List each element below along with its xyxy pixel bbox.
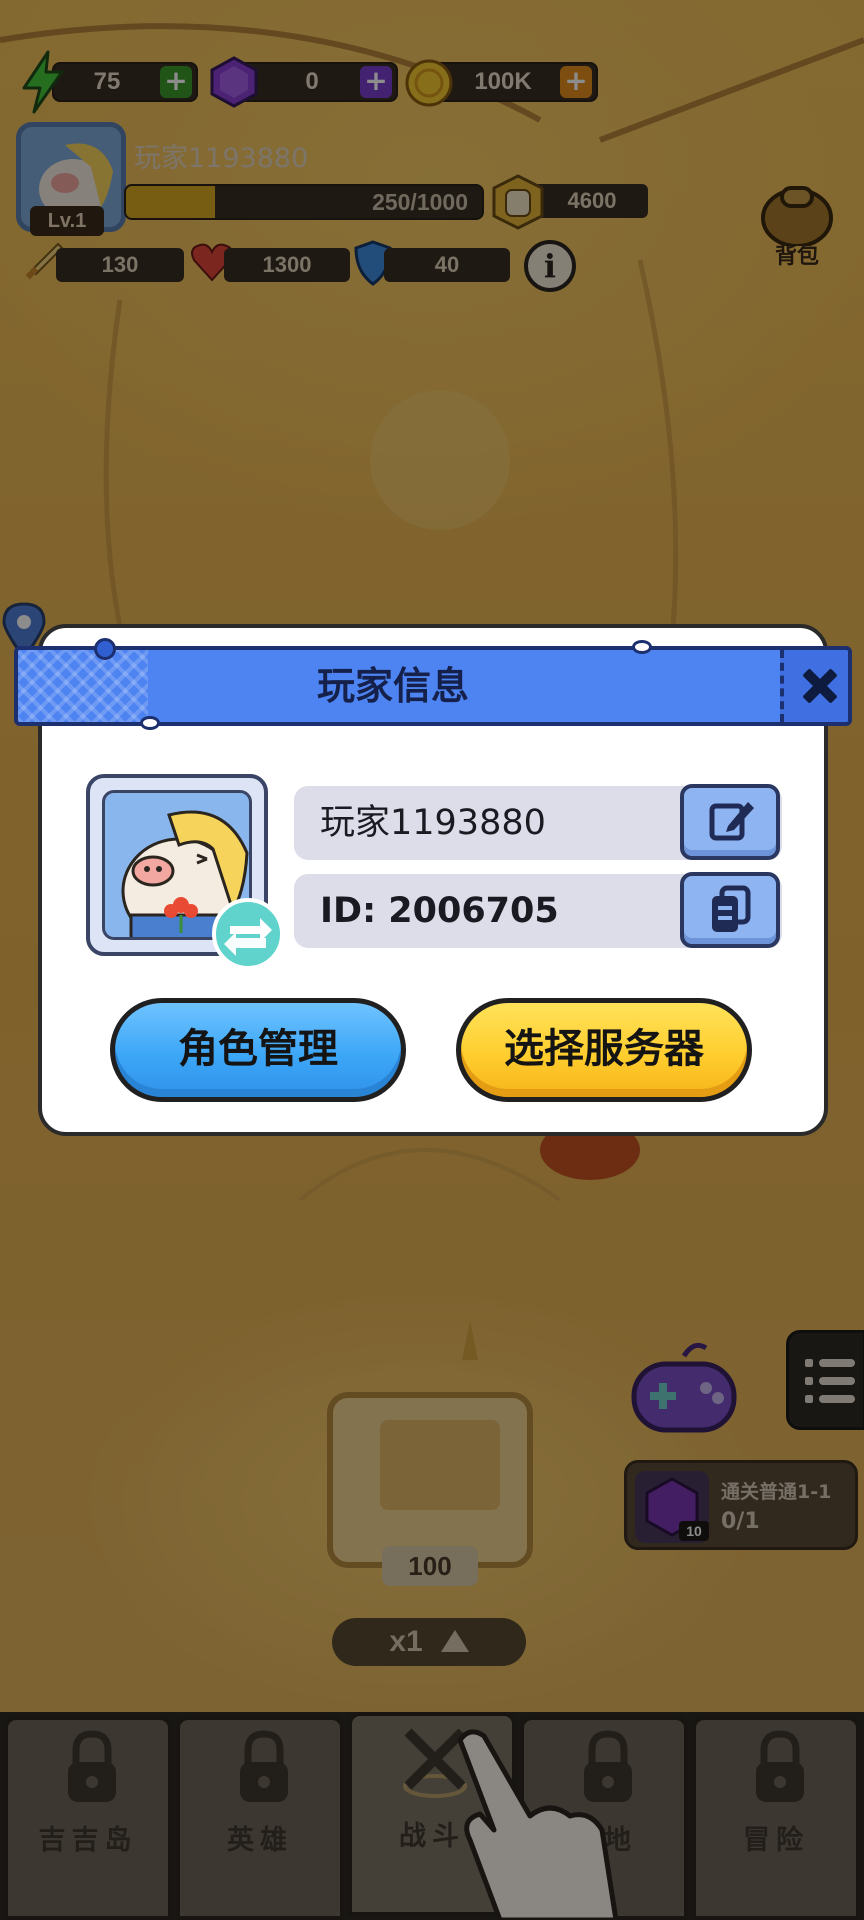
header-decoration-dot [632,640,652,654]
player-id-field: ID: 2006705 [294,872,782,948]
header-decoration-dot [94,638,116,660]
player-id-value: ID: 2006705 [320,891,559,931]
dialog-title: 玩家信息 [316,664,469,708]
swap-arrows-icon [224,918,272,956]
copy-id-button[interactable] [680,872,780,948]
player-name-value: 玩家1193880 [320,803,546,843]
select-server-label: 选择服务器 [504,1026,704,1072]
player-name-field: 玩家1193880 [294,784,782,860]
select-server-button[interactable]: 选择服务器 [456,998,752,1102]
role-management-label: 角色管理 [178,1026,338,1072]
copy-icon [712,885,751,932]
edit-icon [709,802,754,841]
role-management-button[interactable]: 角色管理 [110,998,406,1102]
edit-name-button[interactable] [680,784,780,860]
header-decoration-dot [140,716,160,730]
dialog-header: 玩家信息 [14,646,852,726]
swap-avatar-button[interactable] [212,898,284,970]
close-button[interactable] [780,650,848,722]
